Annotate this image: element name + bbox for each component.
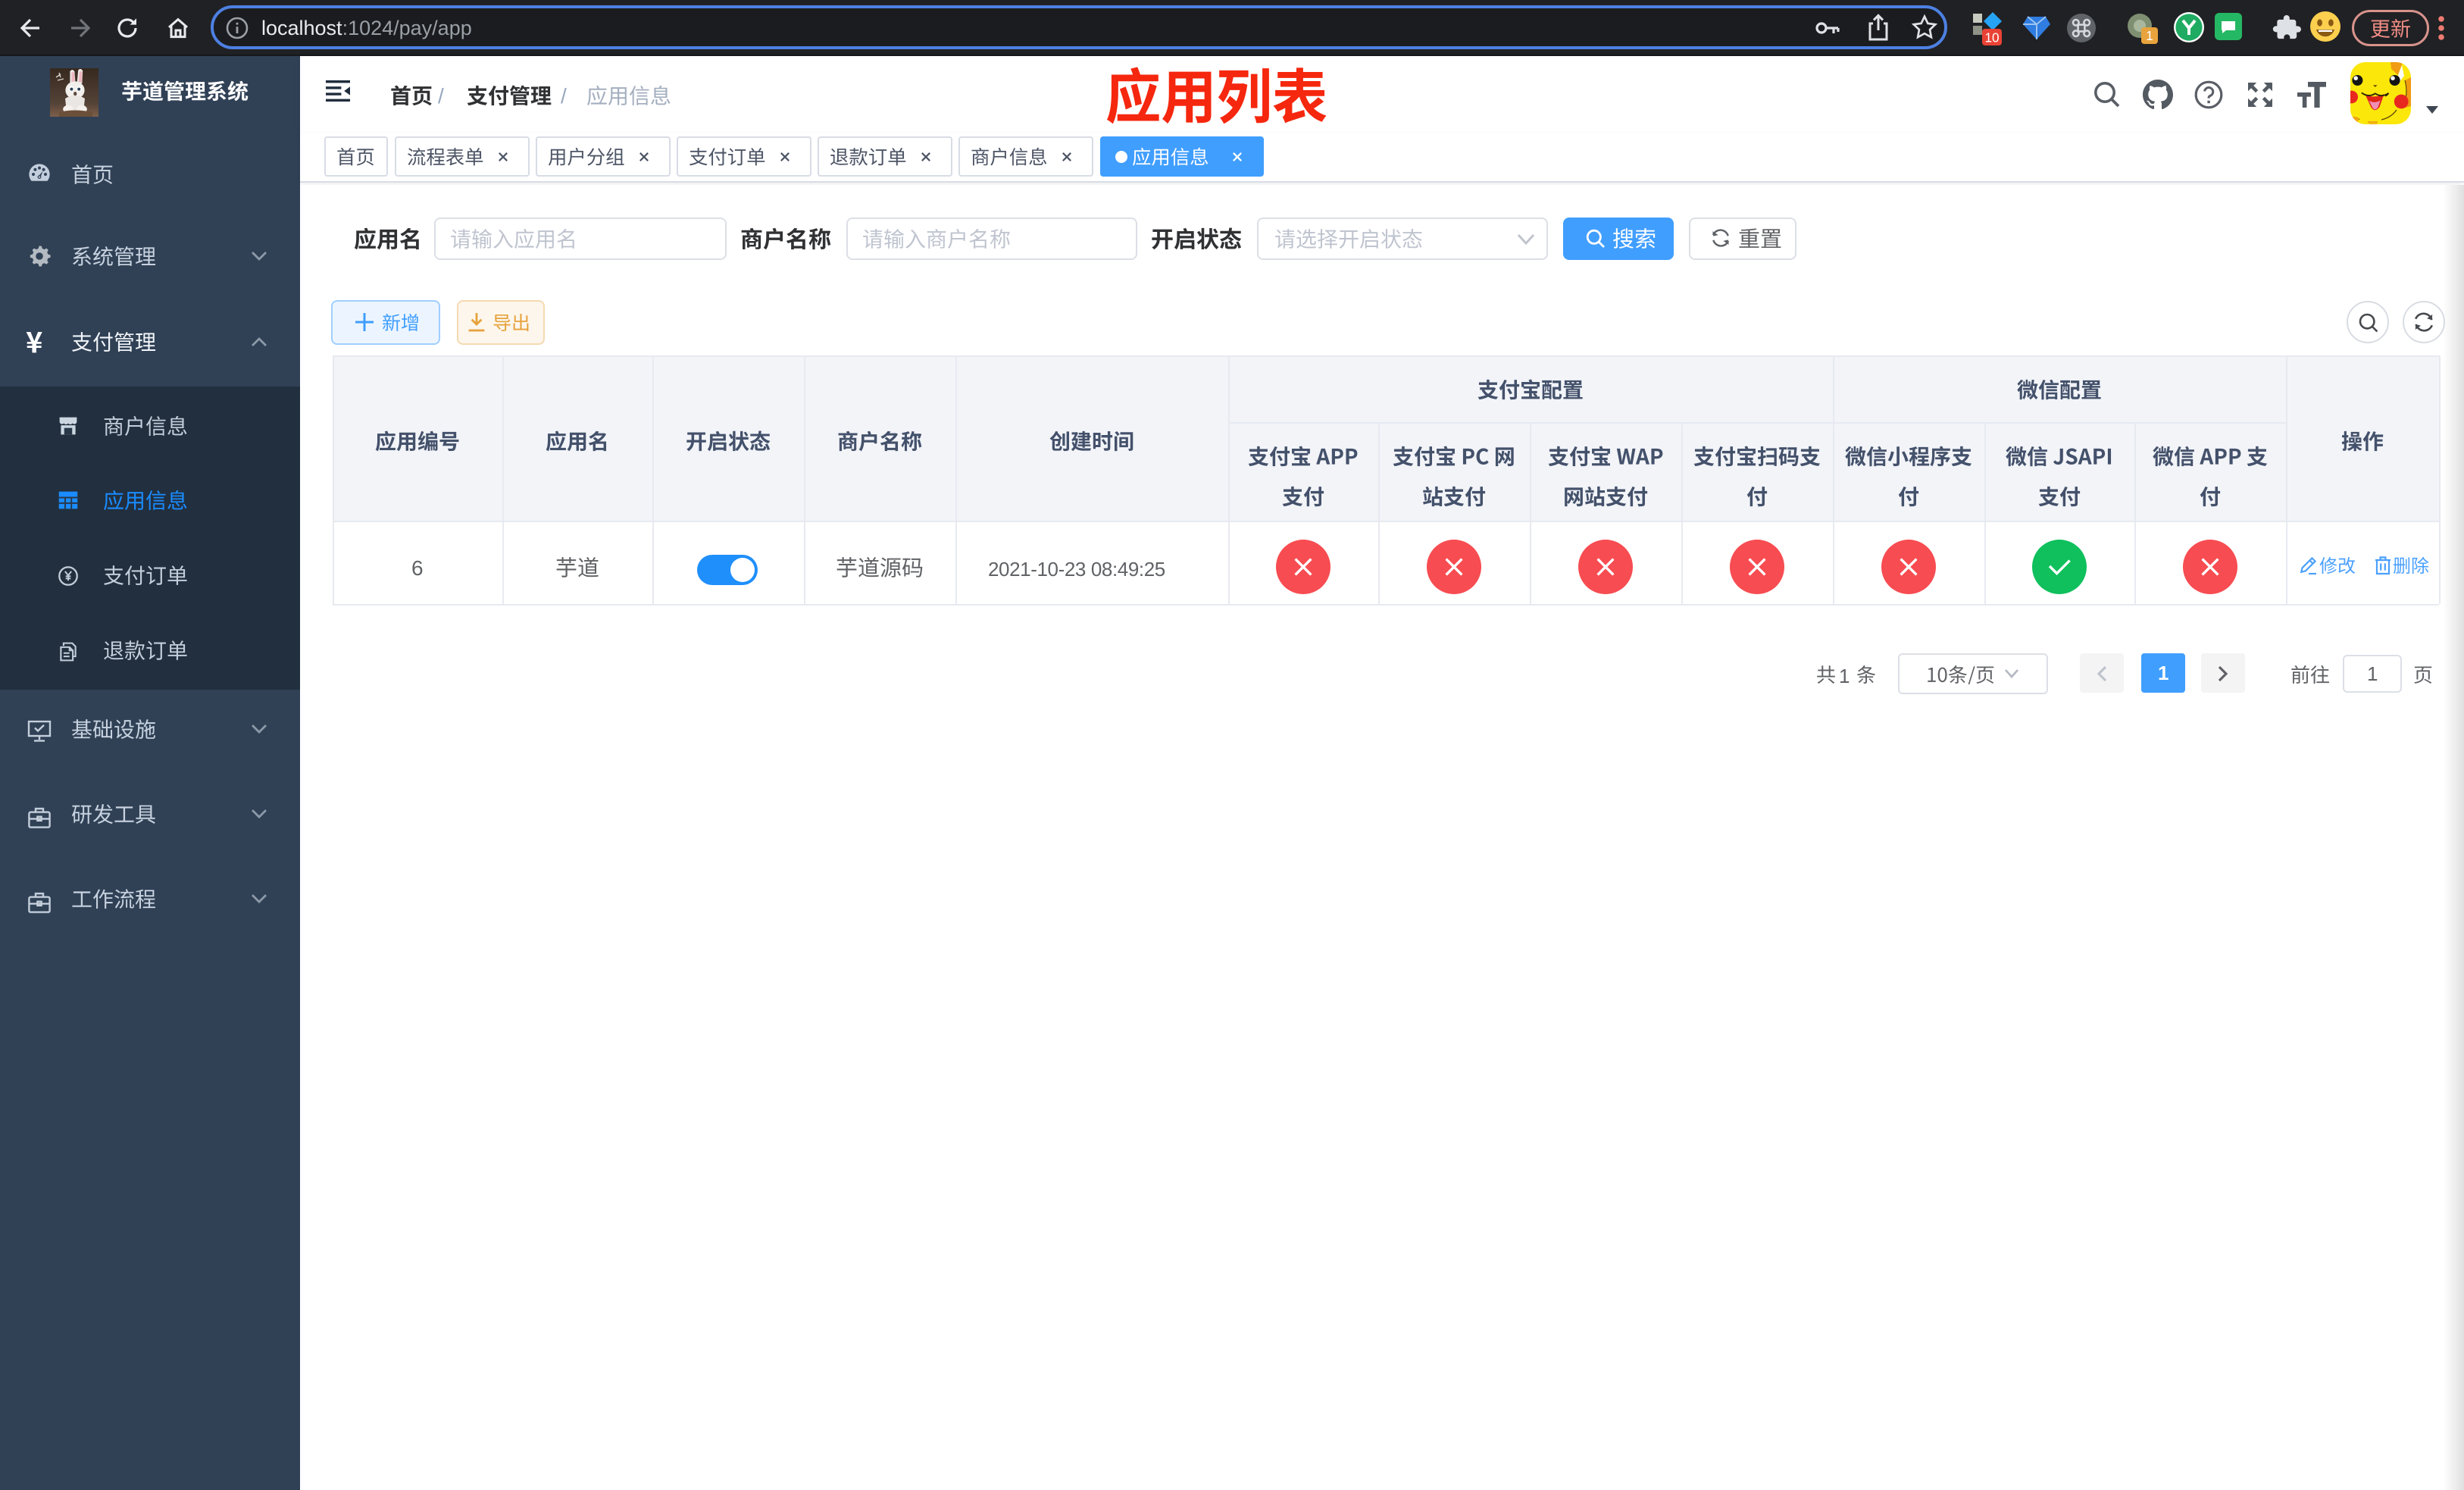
svg-text:1: 1 [2146, 28, 2153, 43]
svg-text:10: 10 [1984, 30, 1999, 45]
